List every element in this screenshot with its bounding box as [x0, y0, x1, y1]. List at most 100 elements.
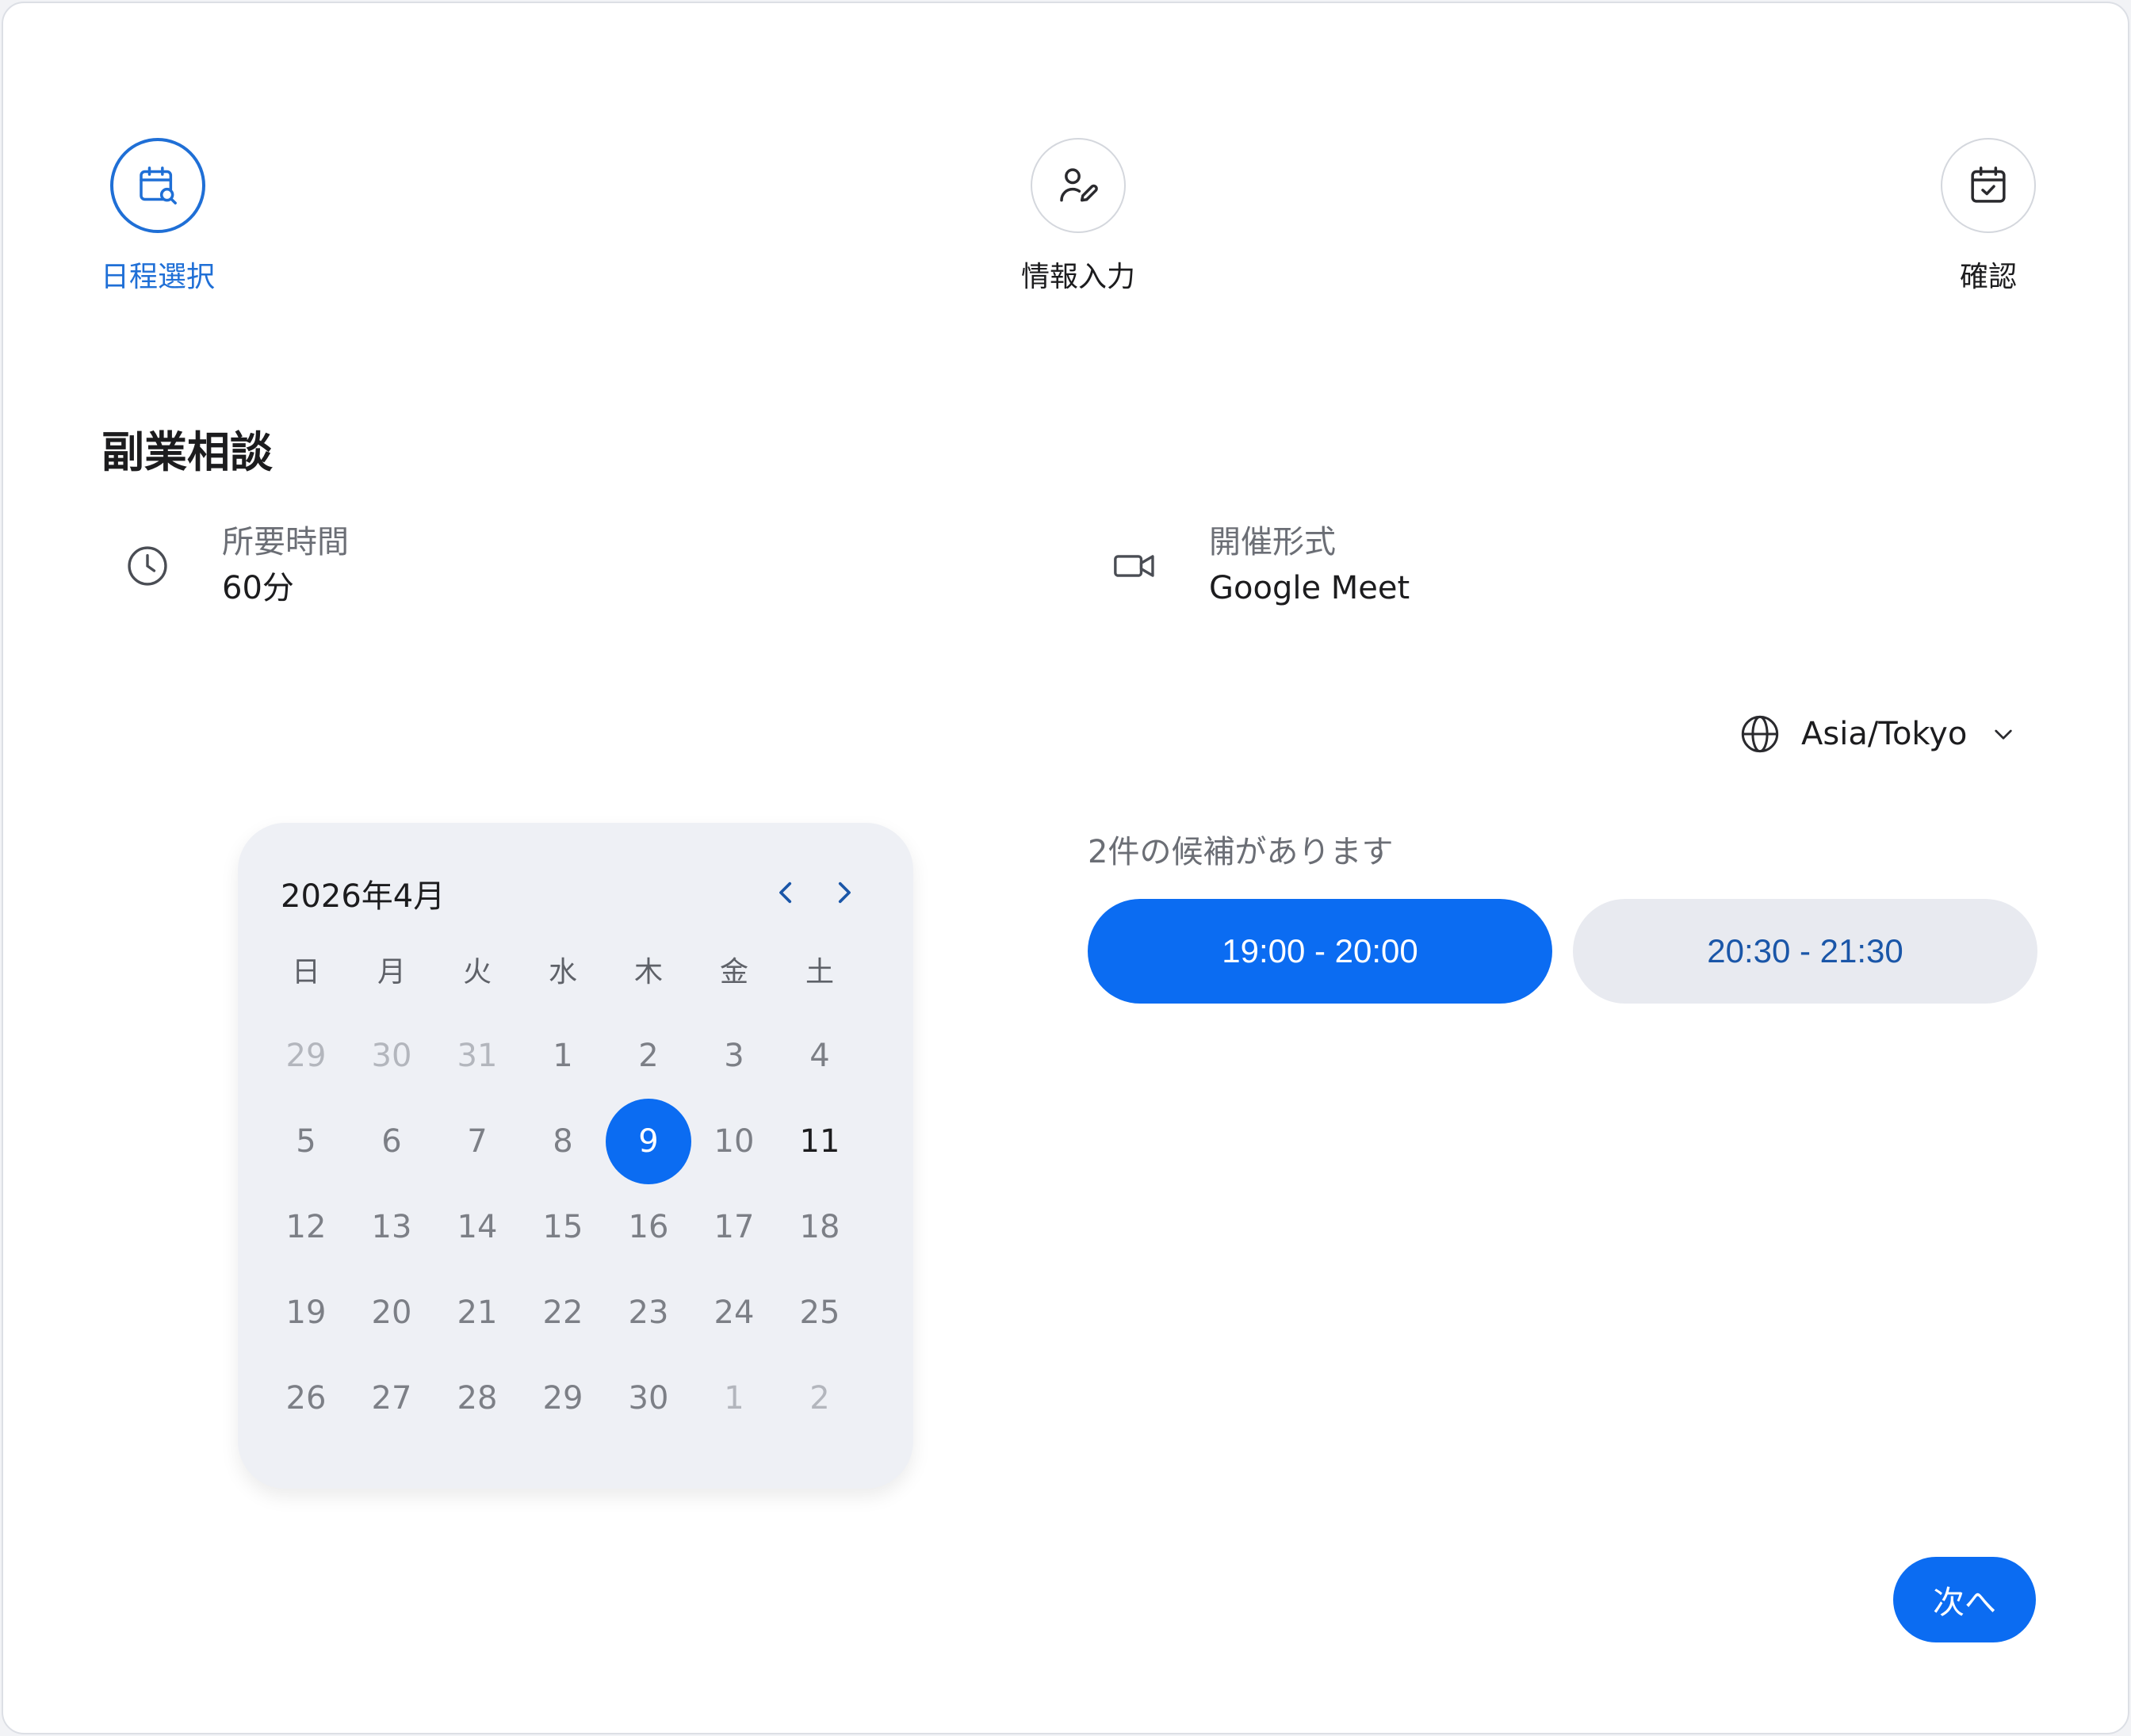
calendar-day[interactable]: 25 [777, 1270, 863, 1356]
time-slot-button[interactable]: 19:00 - 20:00 [1088, 899, 1552, 1004]
calendar-day-number: 17 [714, 1209, 755, 1245]
weekday-label: 土 [805, 956, 834, 988]
calendar-weeks: 29 30 31 1 2 3 4 5 6 7 8 9 10 11 12 13 14 15 16 17 18 19 20 21 2… [263, 1013, 863, 1441]
calendar-week-row: 19 20 21 22 23 24 25 [263, 1270, 863, 1356]
calendar-day[interactable]: 23 [606, 1270, 691, 1356]
weekday-header: 日月火水木金土 [263, 942, 863, 997]
calendar-day[interactable]: 8 [520, 1099, 606, 1184]
calendar-day-number: 5 [296, 1123, 316, 1160]
calendar-day[interactable]: 1 [691, 1356, 777, 1441]
globe-icon [1741, 715, 1779, 753]
clock-icon [122, 541, 173, 591]
step-label: 日程選択 [100, 261, 215, 293]
calendar-day-number: 6 [381, 1123, 402, 1160]
step-confirm[interactable]: 確認 [1893, 138, 2083, 295]
calendar-day[interactable]: 28 [434, 1356, 520, 1441]
calendar-day-number: 21 [457, 1294, 498, 1331]
calendar-week-row: 5 6 7 8 9 10 11 [263, 1099, 863, 1184]
step-schedule[interactable]: 日程選択 [63, 138, 253, 295]
calendar-day-number: 10 [714, 1123, 755, 1160]
calendar-day[interactable]: 7 [434, 1099, 520, 1184]
format-value: Google Meet [1209, 570, 1410, 606]
calendar-day[interactable]: 2 [606, 1013, 691, 1099]
date-picker: 2026年4月 日月火水木金土 29 30 31 1 2 3 4 5 6 7 8 9 10 11 12 13 1… [238, 823, 913, 1489]
calendar-day-number: 31 [457, 1038, 498, 1074]
event-title: 副業相談 [101, 427, 273, 477]
calendar-day[interactable]: 29 [520, 1356, 606, 1441]
calendar-day[interactable]: 16 [606, 1184, 691, 1270]
calendar-day[interactable]: 27 [349, 1356, 434, 1441]
calendar-day-number: 28 [457, 1380, 498, 1417]
calendar-day[interactable]: 4 [777, 1013, 863, 1099]
calendar-day[interactable]: 17 [691, 1184, 777, 1270]
chevron-right-icon [838, 881, 851, 904]
calendar-day-number: 22 [542, 1294, 583, 1331]
weekday-label: 月 [377, 956, 406, 988]
calendar-day[interactable]: 10 [691, 1099, 777, 1184]
weekday-label: 木 [633, 956, 663, 988]
calendar-day-number: 2 [809, 1380, 830, 1417]
calendar-day-number: 15 [542, 1209, 583, 1245]
calendar-day[interactable]: 15 [520, 1184, 606, 1270]
calendar-day[interactable]: 21 [434, 1270, 520, 1356]
calendar-day[interactable]: 2 [777, 1356, 863, 1441]
calendar-day-number: 29 [542, 1380, 583, 1417]
calendar-day[interactable]: 13 [349, 1184, 434, 1270]
calendar-day[interactable]: 30 [606, 1356, 691, 1441]
calendar-day-number: 30 [371, 1038, 412, 1074]
calendar-day[interactable]: 31 [434, 1013, 520, 1099]
calendar-day[interactable]: 12 [263, 1184, 349, 1270]
calendar-day[interactable]: 5 [263, 1099, 349, 1184]
calendar-day[interactable]: 30 [349, 1013, 434, 1099]
calendar-day-number: 4 [809, 1038, 830, 1074]
calendar-day[interactable]: 24 [691, 1270, 777, 1356]
calendar-day-number: 9 [606, 1099, 691, 1184]
duration-value: 60分 [222, 570, 294, 606]
calendar-day[interactable]: 6 [349, 1099, 434, 1184]
calendar-day-number: 23 [628, 1294, 669, 1331]
calendar-day-selected[interactable]: 9 [606, 1099, 691, 1184]
step-label: 確認 [1959, 261, 2017, 293]
calendar-day-number: 1 [553, 1038, 573, 1074]
step-info[interactable]: 情報入力 [983, 138, 1173, 295]
calendar-day-number: 24 [714, 1294, 755, 1331]
booking-card: 日程選択 情報入力 確認 副業相談 所要時間 60分 開催形式 Google M… [2, 2, 2129, 1734]
calendar-day-number: 14 [457, 1209, 498, 1245]
next-button[interactable]: 次へ [1893, 1557, 2036, 1642]
calendar-day[interactable]: 22 [520, 1270, 606, 1356]
meta-format: 開催形式 Google Meet [1109, 520, 1410, 612]
calendar-search-icon [140, 166, 177, 205]
timezone-select[interactable]: Asia/Tokyo [1739, 713, 2016, 755]
calendar-day[interactable]: 29 [263, 1013, 349, 1099]
calendar-day[interactable]: 14 [434, 1184, 520, 1270]
format-label: 開催形式 [1209, 524, 1336, 560]
chevron-down-icon [1995, 729, 2012, 740]
calendar-day[interactable]: 26 [263, 1356, 349, 1441]
calendar-day-number: 29 [285, 1038, 327, 1074]
weekday-label: 金 [719, 956, 748, 988]
calendar-day-number: 27 [371, 1380, 412, 1417]
calendar-day-number: 1 [724, 1380, 744, 1417]
chevron-left-icon [779, 881, 792, 904]
weekday-label: 火 [462, 956, 492, 988]
calendar-week-row: 29 30 31 1 2 3 4 [263, 1013, 863, 1099]
calendar-day[interactable]: 1 [520, 1013, 606, 1099]
next-month-button[interactable] [821, 870, 866, 915]
step-label: 情報入力 [1020, 261, 1135, 293]
calendar-day[interactable]: 20 [349, 1270, 434, 1356]
calendar-day-number: 30 [628, 1380, 669, 1417]
prev-month-button[interactable] [764, 870, 809, 915]
calendar-day-number: 11 [799, 1123, 840, 1160]
calendar-day[interactable]: 18 [777, 1184, 863, 1270]
calendar-day[interactable]: 11 [777, 1099, 863, 1184]
step-circle-schedule [110, 138, 205, 233]
calendar-day-number: 25 [799, 1294, 840, 1331]
calendar-day[interactable]: 19 [263, 1270, 349, 1356]
video-camera-icon [1109, 541, 1160, 591]
calendar-week-row: 12 13 14 15 16 17 18 [263, 1184, 863, 1270]
calendar-day-number: 20 [371, 1294, 412, 1331]
slots-count: 2件の候補があります [1088, 834, 1394, 870]
calendar-day[interactable]: 3 [691, 1013, 777, 1099]
calendar-check-icon [1971, 166, 2006, 203]
time-slot-button[interactable]: 20:30 - 21:30 [1573, 899, 2037, 1004]
